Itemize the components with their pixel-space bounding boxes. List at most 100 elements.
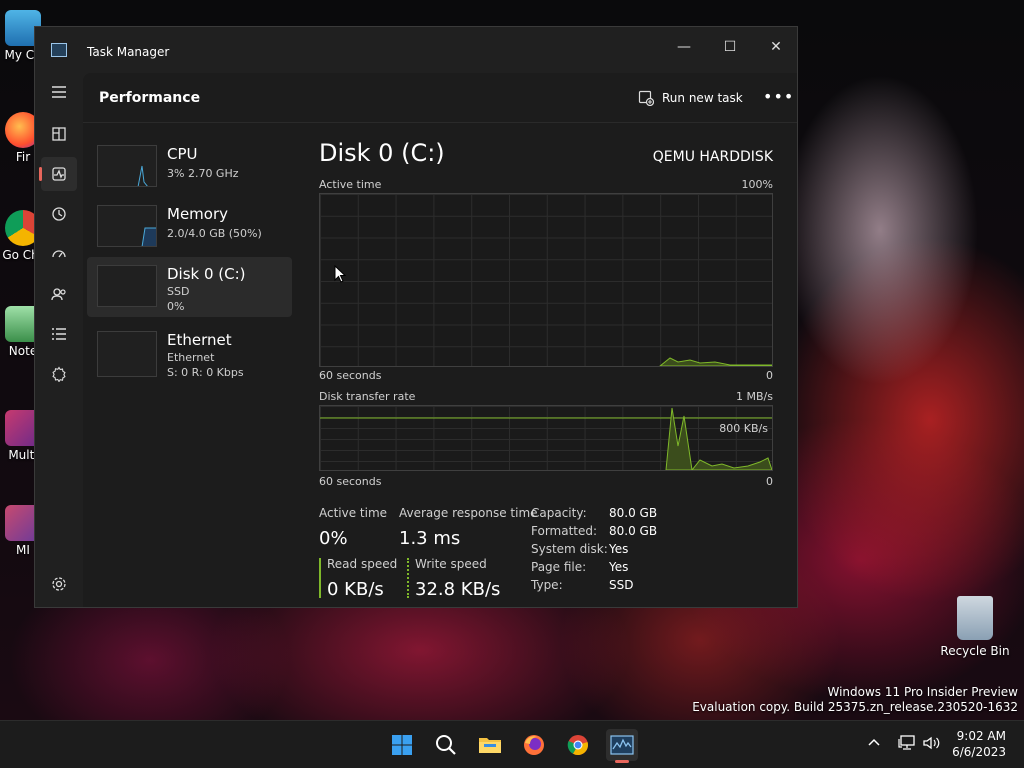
chevron-up-icon [868,738,880,746]
resource-stat: SSD [167,285,190,298]
write-speed-label: Write speed [415,557,487,571]
avg-response-label: Average response time [399,506,538,520]
chrome-button[interactable] [562,729,594,761]
graph2-xlabel: 60 seconds [319,475,382,488]
graph1-min: 0 [766,369,773,382]
page-title: Performance [99,90,201,106]
services-icon[interactable] [41,357,77,391]
run-new-task-button[interactable]: Run new task [638,90,743,106]
resource-item-ethernet[interactable]: Ethernet Ethernet S: 0 R: 0 Kbps [87,317,292,387]
resource-stat: 3% 2.70 GHz [167,167,239,180]
active-time-graph [319,193,773,367]
volume-icon [923,736,940,750]
resource-list: CPU 3% 2.70 GHz Memory 2.0/4.0 GB (50%) … [87,137,292,387]
startup-apps-icon[interactable] [41,237,77,271]
cpu-thumbnail-graph [97,145,157,187]
graph1-xlabel: 60 seconds [319,369,382,382]
hamburger-menu-icon[interactable] [41,75,77,109]
resource-name: Disk 0 (C:) [167,265,246,283]
capacity-label: Capacity: [531,506,587,520]
maximize-button[interactable]: ☐ [707,33,753,61]
processes-icon[interactable] [41,117,77,151]
chrome-icon [567,735,588,756]
disk-model: QEMU HARDDISK [652,149,773,165]
read-speed-value: 0 KB/s [327,579,384,600]
clock-time: 9:02 AM [956,729,1006,743]
nav-rail [35,73,83,607]
minimize-button[interactable]: — [661,33,707,61]
memory-thumbnail-graph [97,205,157,247]
graph2-mid: 800 KB/s [719,422,768,435]
page-header: Performance Run new task ••• [83,73,797,123]
ethernet-thumbnail-graph [97,331,157,377]
resource-item-memory[interactable]: Memory 2.0/4.0 GB (50%) [87,197,292,257]
run-new-task-label: Run new task [662,91,743,105]
resource-item-cpu[interactable]: CPU 3% 2.70 GHz [87,137,292,197]
read-speed-label: Read speed [327,557,398,571]
window-title: Task Manager [87,45,170,59]
disk-thumbnail-graph [97,265,157,307]
settings-gear-icon[interactable] [41,567,77,601]
network-button[interactable] [898,735,916,755]
active-time-label: Active time [319,506,388,520]
close-button[interactable]: ✕ [753,33,799,61]
firefox-icon [524,735,544,755]
search-button[interactable] [430,729,462,761]
taskbar: 9:02 AM 6/6/2023 [0,720,1024,768]
graph2-max: 1 MB/s [736,390,773,403]
system-disk-label: System disk: [531,542,608,556]
formatted-value: 80.0 GB [609,524,658,538]
search-icon [436,735,456,755]
type-label: Type: [531,578,563,592]
type-value: SSD [609,578,634,592]
resource-name: Ethernet [167,331,232,349]
details-icon[interactable] [41,317,77,351]
firefox-button[interactable] [518,729,550,761]
page-file-label: Page file: [531,560,587,574]
resource-name: CPU [167,145,198,163]
performance-panel: Performance Run new task ••• CPU 3% 2.70… [83,73,797,607]
graph2-label: Disk transfer rate [319,390,416,403]
active-time-value: 0% [319,528,348,549]
os-watermark: Windows 11 Pro Insider Preview Evaluatio… [692,685,1018,714]
formatted-label: Formatted: [531,524,598,538]
mouse-cursor-icon [334,265,346,283]
task-manager-app-icon [51,43,67,57]
graph1-max: 100% [741,178,773,191]
resource-stat: S: 0 R: 0 Kbps [167,366,244,379]
more-options-button[interactable]: ••• [763,87,794,106]
avg-response-value: 1.3 ms [399,528,461,549]
read-speed-marker [319,558,321,598]
resource-stat: 2.0/4.0 GB (50%) [167,227,262,240]
task-manager-taskbar-button[interactable] [606,729,638,763]
file-explorer-button[interactable] [474,729,506,761]
volume-button[interactable] [922,735,940,755]
write-speed-value: 32.8 KB/s [415,579,501,600]
resource-stat: 0% [167,300,185,313]
show-hidden-icons-button[interactable] [868,735,880,751]
resource-item-disk[interactable]: Disk 0 (C:) SSD 0% [87,257,292,317]
windows-logo-icon [392,735,412,755]
recycle-bin-icon [957,596,993,640]
write-speed-marker [407,558,409,598]
performance-icon[interactable] [39,157,77,191]
clock-date: 6/6/2023 [952,745,1006,759]
title-bar[interactable]: Task Manager — ☐ ✕ [35,27,797,73]
task-manager-window: Task Manager — ☐ ✕ Performance Run new t… [34,26,798,608]
task-manager-icon [610,735,634,755]
transfer-rate-graph: 800 KB/s [319,405,773,471]
system-disk-value: Yes [609,542,629,556]
start-button[interactable] [386,729,418,761]
detail-title: Disk 0 (C:) [319,139,445,167]
graph1-label: Active time [319,178,382,191]
resource-name: Memory [167,205,229,223]
app-history-icon[interactable] [41,197,77,231]
folder-icon [479,738,501,753]
network-icon [898,735,915,750]
desktop-icon-recycle-bin[interactable]: Recycle Bin [940,596,1010,658]
graph2-min: 0 [766,475,773,488]
page-file-value: Yes [609,560,629,574]
users-icon[interactable] [41,277,77,311]
capacity-value: 80.0 GB [609,506,658,520]
system-clock[interactable]: 9:02 AM 6/6/2023 [952,728,1006,760]
